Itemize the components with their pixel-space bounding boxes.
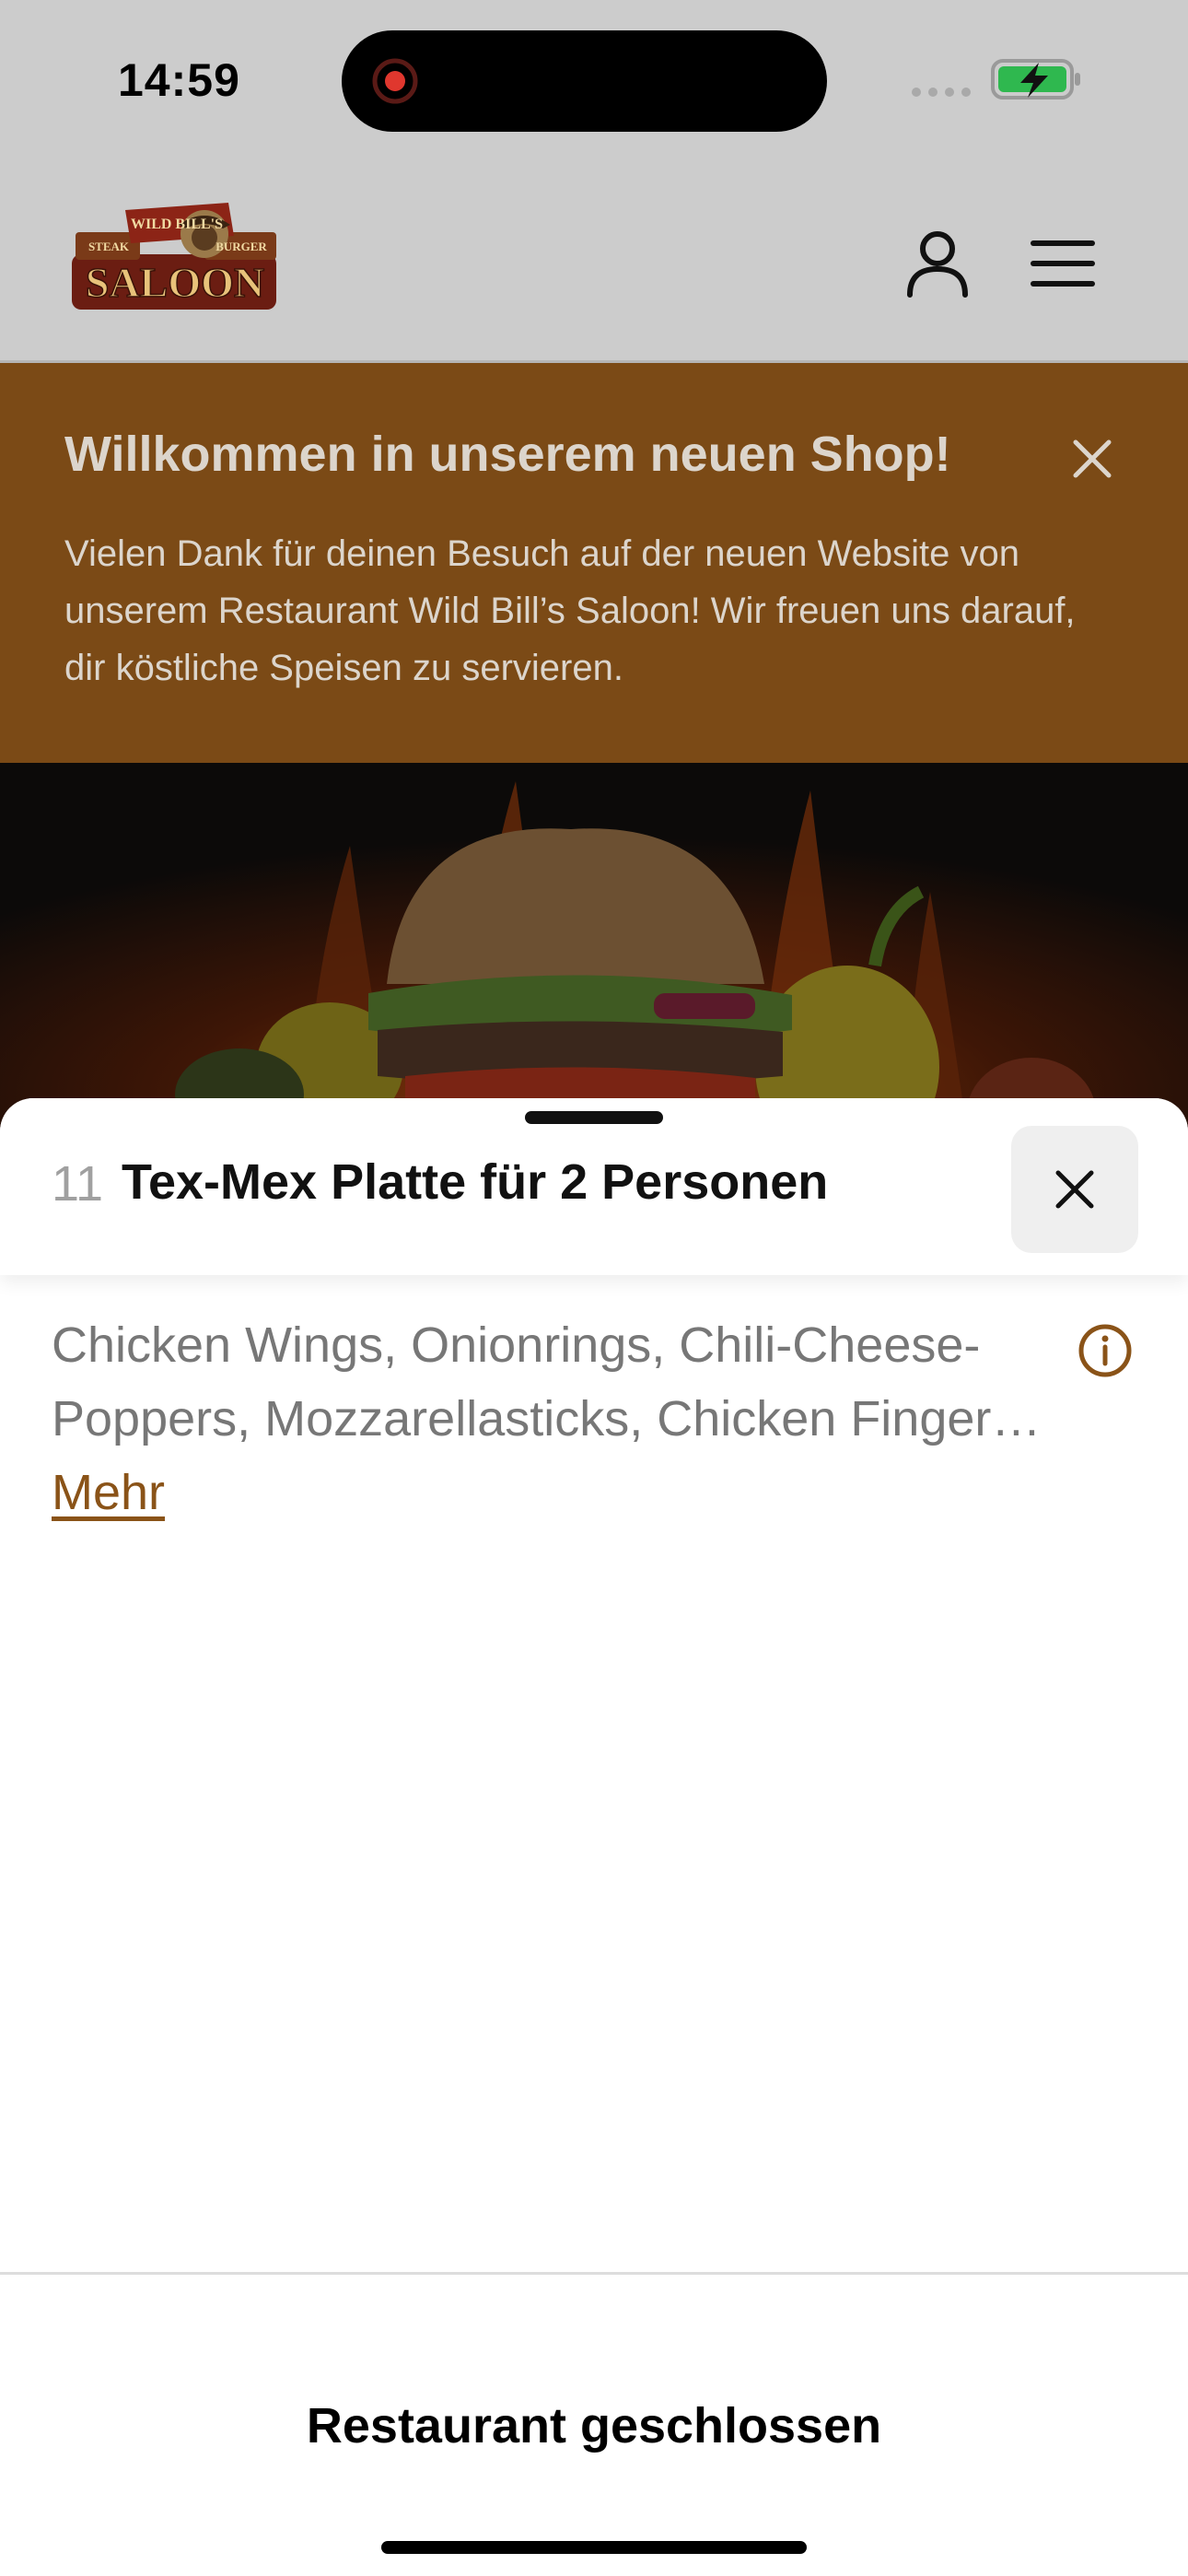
close-icon [1055, 1170, 1094, 1209]
sheet-close-button[interactable] [1011, 1126, 1138, 1253]
banner-title: Willkommen in unserem neuen Shop! [64, 427, 951, 482]
sheet-header: 11 Tex-Mex Platte für 2 Personen [0, 1098, 1188, 1275]
footer-divider [0, 2272, 1188, 2275]
svg-text:BURGER: BURGER [215, 240, 267, 253]
restaurant-status: Restaurant geschlossen [306, 2398, 882, 2453]
status-bar: 14:59 [0, 0, 1188, 157]
hero-image [0, 763, 1188, 1131]
user-icon[interactable] [903, 228, 973, 299]
battery-charging-icon [991, 59, 1080, 100]
info-icon[interactable] [1077, 1323, 1133, 1378]
home-indicator[interactable] [381, 2541, 807, 2554]
description-text: Chicken Wings, Onionrings, Chili-Cheese-… [52, 1317, 1031, 1446]
svg-text:STEAK: STEAK [88, 240, 130, 253]
hamburger-menu-icon[interactable] [1030, 234, 1096, 293]
svg-text:WILD BILL'S: WILD BILL'S [131, 217, 223, 232]
svg-text:SALOON: SALOON [86, 259, 264, 306]
close-icon[interactable] [1068, 435, 1116, 483]
item-title: Tex-Mex Platte für 2 Personen [122, 1154, 829, 1210]
status-time: 14:59 [118, 54, 240, 106]
saloon-logo[interactable]: SALOON WILD BILL'S STEAK BURGER [66, 197, 284, 315]
cellular-signal-icon [912, 88, 971, 97]
sheet-drag-handle[interactable] [525, 1111, 663, 1124]
item-description: Chicken Wings, Onionrings, Chili-Cheese-… [52, 1308, 1046, 1529]
more-link[interactable]: Mehr [52, 1456, 165, 1529]
item-number: 11 [52, 1156, 104, 1212]
dynamic-island [342, 30, 827, 132]
site-header: SALOON WILD BILL'S STEAK BURGER [0, 157, 1188, 363]
product-detail-sheet: 11 Tex-Mex Platte für 2 Personen Chicken… [0, 1098, 1188, 2576]
banner-text: Vielen Dank für deinen Besuch auf der ne… [64, 533, 1076, 688]
welcome-banner: Willkommen in unserem neuen Shop! Vielen… [0, 363, 1188, 763]
recording-icon [372, 58, 418, 104]
